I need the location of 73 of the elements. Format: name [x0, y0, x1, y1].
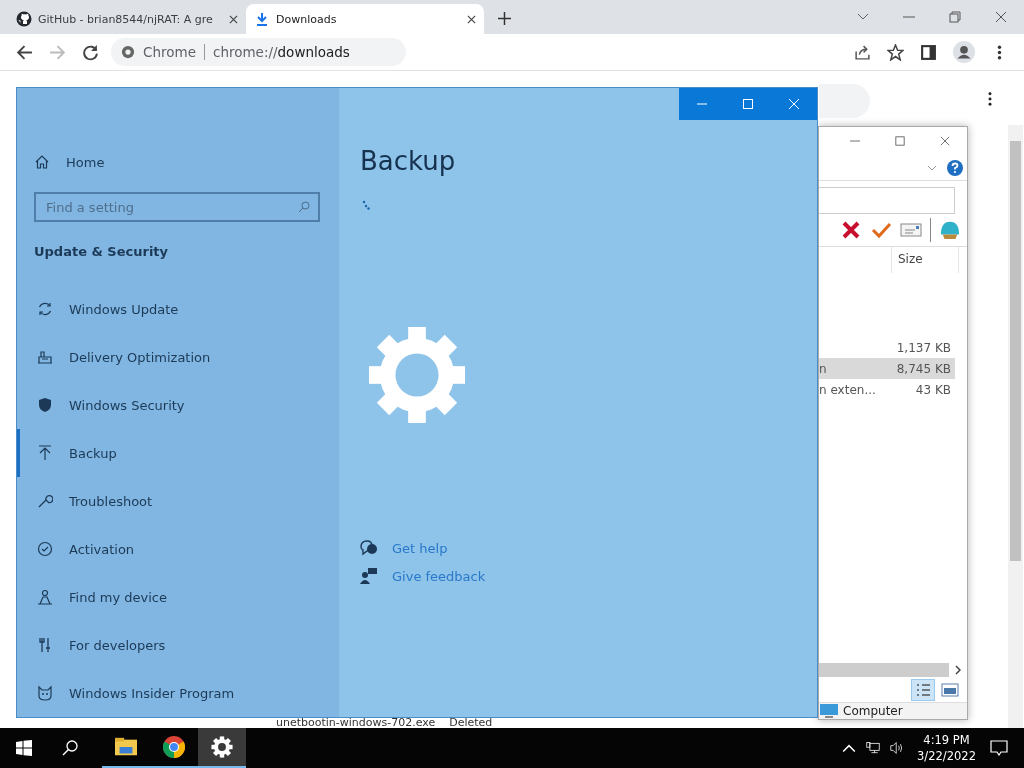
scrollbar[interactable] [819, 662, 949, 677]
home-icon [34, 154, 50, 170]
settings-icon[interactable] [198, 728, 246, 768]
page-title: Backup [360, 146, 457, 176]
cat-icon [37, 685, 53, 701]
chrome-icon [121, 45, 135, 59]
url-text: chrome://downloads [212, 44, 350, 60]
person-icon [37, 589, 53, 605]
nav-item[interactable]: Troubleshoot [17, 477, 339, 525]
scrollbar[interactable] [1008, 125, 1023, 728]
search-icon[interactable] [62, 740, 78, 756]
github-icon [16, 11, 32, 27]
feedback-icon [360, 568, 378, 584]
browser-tab[interactable]: GitHub - brian8544/njRAT: A gre [8, 4, 246, 34]
star-icon[interactable] [887, 43, 904, 61]
maximize-icon[interactable] [895, 136, 905, 147]
loading-spinner-icon [362, 200, 370, 210]
input-field[interactable] [819, 186, 955, 214]
restore-icon[interactable] [949, 11, 961, 23]
address-bar[interactable]: Chrome chrome://downloads [111, 38, 406, 66]
wrench-icon [37, 493, 53, 509]
backup-icon [37, 445, 53, 461]
speaker-icon[interactable] [890, 741, 905, 755]
nav-item[interactable]: For developers [17, 621, 339, 669]
close-icon[interactable] [467, 14, 476, 24]
start-icon[interactable] [16, 740, 32, 756]
download-icon [254, 11, 270, 27]
new-tab-icon[interactable] [498, 12, 511, 25]
browser-tab[interactable]: Downloads [246, 4, 484, 34]
shield-icon [37, 397, 53, 413]
back-icon[interactable] [16, 43, 33, 61]
close-icon[interactable] [995, 11, 1007, 23]
nav-item[interactable]: Find my device [17, 573, 339, 621]
section-heading: Update & Security [34, 244, 170, 259]
close-icon[interactable] [229, 14, 238, 24]
delete-icon[interactable] [840, 219, 862, 240]
column-header[interactable]: Size [891, 246, 959, 274]
network-icon[interactable] [866, 741, 881, 755]
download-status: Deleted [449, 716, 493, 729]
profile-icon[interactable] [953, 41, 975, 63]
computer-icon [819, 703, 839, 719]
share-icon[interactable] [854, 43, 871, 61]
close-icon[interactable] [940, 136, 950, 147]
site-label: Chrome [143, 44, 196, 60]
menu-icon[interactable] [988, 92, 992, 106]
search-field[interactable]: Find a setting [34, 192, 320, 222]
nav-item[interactable]: Windows Insider Program [17, 669, 339, 717]
search-icon [298, 201, 310, 213]
nav-item[interactable]: Delivery Optimization [17, 333, 339, 381]
chevron-down-icon[interactable] [927, 164, 937, 171]
clock[interactable]: 4:19 PM 3/22/2022 [917, 732, 976, 764]
delivery-icon [37, 349, 53, 365]
notifications-icon[interactable] [990, 740, 1008, 756]
refresh-icon [37, 301, 53, 317]
check-icon [37, 541, 53, 557]
file-row[interactable]: n exten... 43 KB [819, 379, 955, 401]
file-row[interactable]: 1,137 KB [819, 337, 955, 359]
nav-item[interactable]: Home [34, 154, 339, 170]
file-row[interactable]: n 8,745 KB [819, 358, 955, 380]
tools-icon [37, 637, 53, 653]
gear-icon [368, 326, 466, 424]
reload-icon[interactable] [82, 43, 99, 61]
shell-icon[interactable] [939, 219, 961, 240]
side-panel-icon[interactable] [920, 43, 937, 61]
nav-item[interactable]: Windows Security [17, 381, 339, 429]
file-name: unetbootin-windows-702.exe [276, 716, 436, 729]
status-text: Computer [843, 704, 903, 718]
nav-item[interactable]: Activation [17, 525, 339, 573]
help-chat-icon [360, 540, 378, 556]
help-icon[interactable] [947, 159, 963, 176]
scroll-right-icon[interactable] [955, 664, 961, 675]
details-view-icon[interactable] [911, 678, 935, 701]
nav-item[interactable]: Windows Update [17, 285, 339, 333]
